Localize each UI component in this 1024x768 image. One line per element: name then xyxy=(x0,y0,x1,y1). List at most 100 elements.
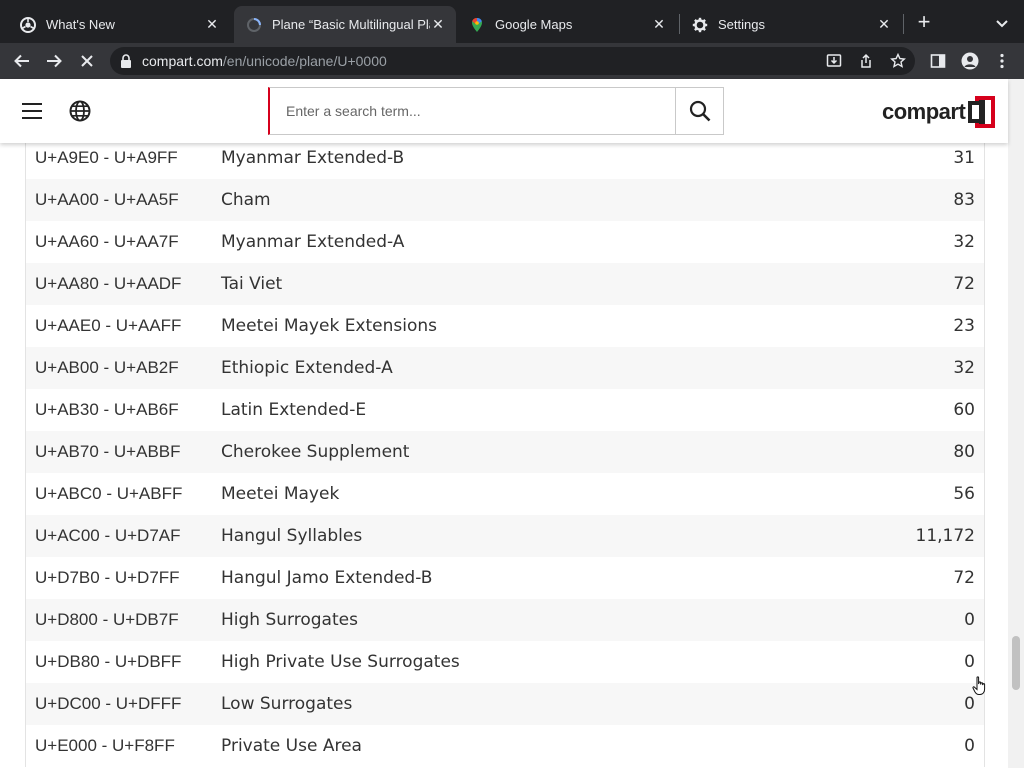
block-range: U+E000 - U+F8FF xyxy=(35,736,175,755)
page-content: U+A9E0 - U+A9FF Myanmar Extended-B 31 U+AA0… xyxy=(0,79,1008,768)
tab-google-maps[interactable]: Google Maps ✕ xyxy=(457,6,677,43)
close-icon[interactable]: ✕ xyxy=(204,16,220,33)
block-name[interactable]: Ethiopic Extended-A xyxy=(221,358,844,378)
hand-pointer-cursor-icon xyxy=(972,676,986,695)
search-button[interactable] xyxy=(675,88,723,134)
character-count: 32 xyxy=(953,358,975,378)
block-name[interactable]: Private Use Area xyxy=(221,736,844,756)
url-domain: compart.com xyxy=(142,53,223,69)
globe-icon[interactable] xyxy=(69,100,91,122)
site-search xyxy=(268,87,724,135)
side-panel-button[interactable] xyxy=(928,51,948,71)
character-count: 31 xyxy=(953,148,975,168)
table-row[interactable]: U+DC00 - U+DFFF Low Surrogates 0 xyxy=(26,683,984,725)
table-row[interactable]: U+AB70 - U+ABBF Cherokee Supplement 80 xyxy=(26,431,984,473)
close-icon[interactable]: ✕ xyxy=(651,16,667,33)
kebab-menu-icon xyxy=(1000,53,1004,69)
address-bar[interactable]: compart.com/en/unicode/plane/U+0000 xyxy=(110,47,915,75)
profile-button[interactable] xyxy=(960,51,980,71)
block-name[interactable]: Cherokee Supplement xyxy=(221,442,844,462)
url-path: /en/unicode/plane/U+0000 xyxy=(222,53,387,69)
character-count: 56 xyxy=(953,484,975,504)
install-app-icon[interactable] xyxy=(826,53,842,69)
block-name[interactable]: Meetei Mayek Extensions xyxy=(221,316,844,336)
page-scrollbar[interactable] xyxy=(1008,79,1024,768)
block-name[interactable]: Meetei Mayek xyxy=(221,484,844,504)
block-range: U+AB70 - U+ABBF xyxy=(35,442,181,461)
table-row[interactable]: U+D800 - U+DB7F High Surrogates 0 xyxy=(26,599,984,641)
search-input[interactable] xyxy=(270,88,675,134)
site-header: compart xyxy=(0,79,1008,143)
table-row[interactable]: U+D7B0 - U+D7FF Hangul Jamo Extended-B 72 xyxy=(26,557,984,599)
character-count: 0 xyxy=(964,694,975,714)
block-range: U+AC00 - U+D7AF xyxy=(35,526,181,545)
table-row[interactable]: U+AA00 - U+AA5F Cham 83 xyxy=(26,179,984,221)
scrollbar-thumb[interactable] xyxy=(1012,636,1020,690)
block-name[interactable]: Low Surrogates xyxy=(221,694,844,714)
block-name[interactable]: Latin Extended-E xyxy=(221,400,844,420)
table-row[interactable]: U+E000 - U+F8FF Private Use Area 0 xyxy=(26,725,984,767)
search-icon xyxy=(689,100,710,122)
block-name[interactable]: Tai Viet xyxy=(221,274,844,294)
share-icon[interactable] xyxy=(858,53,874,69)
character-count: 0 xyxy=(964,610,975,630)
close-icon[interactable]: ✕ xyxy=(430,16,446,33)
compart-logo[interactable]: compart xyxy=(882,95,996,129)
table-row[interactable]: U+ABC0 - U+ABFF Meetei Mayek 56 xyxy=(26,473,984,515)
table-row[interactable]: U+AA60 - U+AA7F Myanmar Extended-A 32 xyxy=(26,221,984,263)
character-count: 60 xyxy=(953,400,975,420)
block-name[interactable]: High Private Use Surrogates xyxy=(221,652,844,672)
table-row[interactable]: U+AC00 - U+D7AF Hangul Syllables 11,172 xyxy=(26,515,984,557)
character-count: 80 xyxy=(953,442,975,462)
chrome-icon xyxy=(20,16,36,33)
table-row[interactable]: U+AB00 - U+AB2F Ethiopic Extended-A 32 xyxy=(26,347,984,389)
character-count: 72 xyxy=(953,568,975,588)
table-row[interactable]: U+AA80 - U+AADF Tai Viet 72 xyxy=(26,263,984,305)
block-name[interactable]: Myanmar Extended-A xyxy=(221,232,844,252)
tab-title: Settings xyxy=(718,17,765,32)
block-range: U+AAE0 - U+AAFF xyxy=(35,316,182,335)
character-count: 0 xyxy=(964,652,975,672)
block-range: U+AA80 - U+AADF xyxy=(35,274,182,293)
side-panel-icon xyxy=(930,54,946,68)
block-name[interactable]: Hangul Syllables xyxy=(221,526,844,546)
tab-separator xyxy=(903,14,904,34)
tab-settings[interactable]: Settings ✕ xyxy=(680,6,902,43)
close-icon[interactable]: ✕ xyxy=(876,16,892,33)
chevron-down-icon[interactable] xyxy=(993,14,1011,32)
block-name[interactable]: High Surrogates xyxy=(221,610,844,630)
browser-menu-button[interactable] xyxy=(992,51,1012,71)
table-row[interactable]: U+AAE0 - U+AAFF Meetei Mayek Extensions 23 xyxy=(26,305,984,347)
profile-avatar-icon xyxy=(961,52,979,70)
block-range: U+ABC0 - U+ABFF xyxy=(35,484,183,503)
block-range: U+AB30 - U+AB6F xyxy=(35,400,179,419)
bookmark-star-icon[interactable] xyxy=(890,53,906,69)
tab-basic-multilingual-plane[interactable]: Plane “Basic Multilingual Pla ✕ xyxy=(234,6,456,43)
block-name[interactable]: Myanmar Extended-B xyxy=(221,148,844,168)
logo-text: compart xyxy=(882,99,966,124)
block-range: U+AA00 - U+AA5F xyxy=(35,190,179,209)
tab-title: Plane “Basic Multilingual Pla xyxy=(272,17,430,32)
character-count: 11,172 xyxy=(915,526,975,546)
close-icon xyxy=(81,55,93,67)
block-range: U+D7B0 - U+D7FF xyxy=(35,568,180,587)
tab-title: Google Maps xyxy=(495,17,573,32)
google-maps-icon xyxy=(472,17,482,32)
table-row[interactable]: U+DB80 - U+DBFF High Private Use Surrogat… xyxy=(26,641,984,683)
character-count: 23 xyxy=(953,316,975,336)
back-button[interactable] xyxy=(12,51,32,71)
block-name[interactable]: Cham xyxy=(221,190,844,210)
block-name[interactable]: Hangul Jamo Extended-B xyxy=(221,568,844,588)
stop-loading-button[interactable] xyxy=(77,51,97,71)
block-range: U+A9E0 - U+A9FF xyxy=(35,148,178,167)
url-text: compart.com/en/unicode/plane/U+0000 xyxy=(142,53,387,69)
hamburger-menu-icon[interactable] xyxy=(22,103,42,119)
table-row[interactable]: U+A9E0 - U+A9FF Myanmar Extended-B 31 xyxy=(26,137,984,179)
browser-tabstrip: What's New ✕ Plane “Basic Multilingual P… xyxy=(0,0,1024,43)
new-tab-button[interactable]: + xyxy=(913,11,935,34)
tab-whats-new[interactable]: What's New ✕ xyxy=(8,6,230,43)
table-row[interactable]: U+AB30 - U+AB6F Latin Extended-E 60 xyxy=(26,389,984,431)
forward-button[interactable] xyxy=(44,51,64,71)
lock-icon[interactable] xyxy=(120,54,132,68)
block-range: U+DC00 - U+DFFF xyxy=(35,694,182,713)
